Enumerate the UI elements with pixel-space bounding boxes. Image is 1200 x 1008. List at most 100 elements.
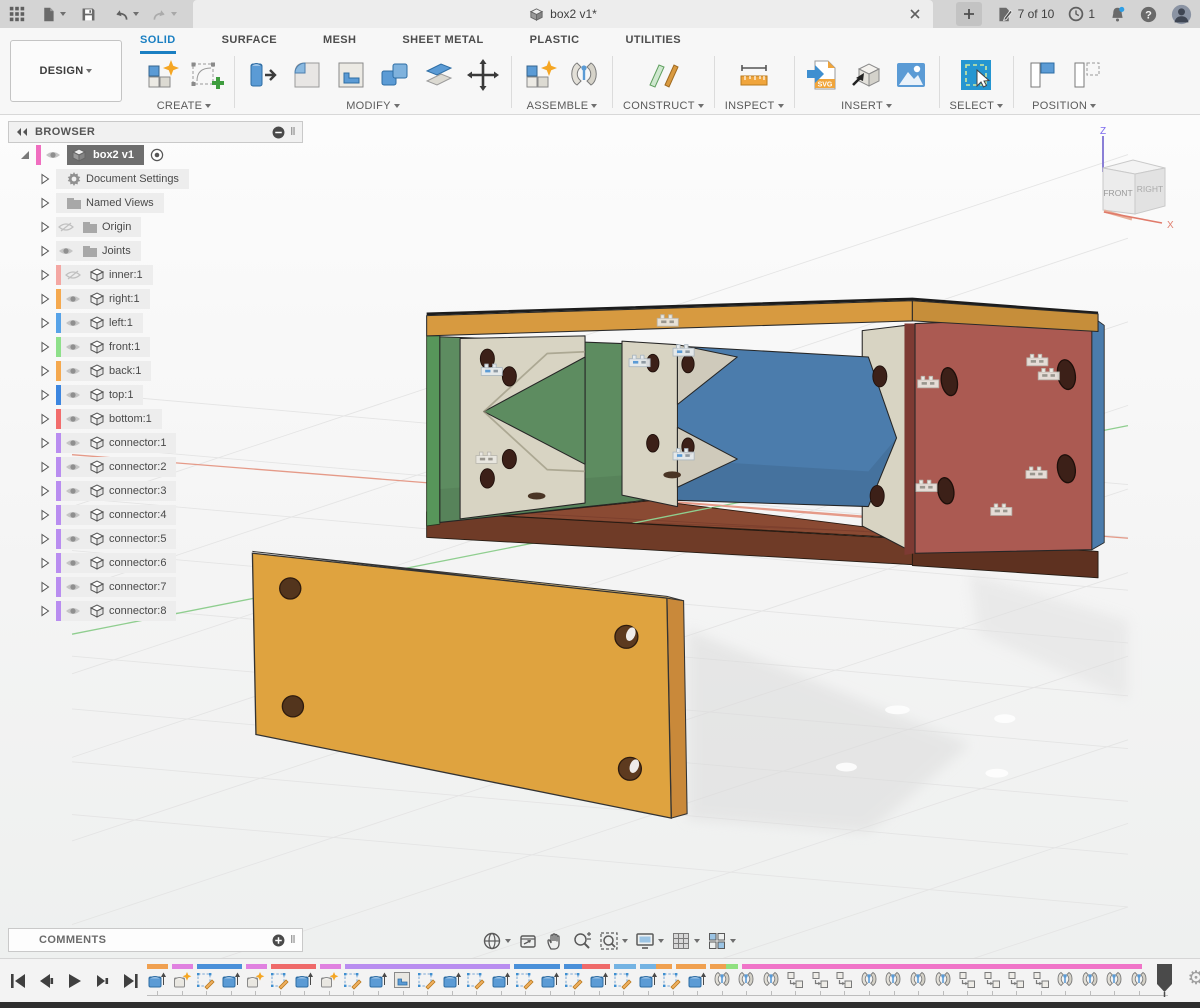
expand-arrow-icon[interactable] [38, 581, 52, 593]
visibility-eye-hidden-icon[interactable] [58, 221, 74, 233]
browser-item-joints[interactable]: Joints [8, 239, 303, 263]
expand-arrow-icon[interactable] [38, 437, 52, 449]
panel-front-face[interactable] [252, 553, 671, 818]
split-face-button[interactable] [421, 57, 457, 93]
browser-item-back-1[interactable]: back:1 [8, 359, 303, 383]
revert-position-button[interactable] [1068, 57, 1104, 93]
display-settings-button[interactable] [635, 931, 664, 951]
browser-item-pill[interactable]: connector:5 [56, 529, 176, 549]
timeline-feature-asbuilt[interactable] [982, 970, 1007, 990]
browser-item-pill[interactable]: connector:1 [56, 433, 176, 453]
visibility-eye-icon[interactable] [58, 245, 74, 257]
browser-header[interactable]: BROWSER ‖ [8, 121, 303, 143]
expand-arrow-icon[interactable] [18, 149, 32, 161]
panel-minimize-icon[interactable] [272, 126, 285, 139]
browser-item-right-1[interactable]: right:1 [8, 287, 303, 311]
browser-item-left-1[interactable]: left:1 [8, 311, 303, 335]
timeline-feature-component[interactable] [319, 970, 344, 990]
timeline-feature-joint[interactable] [1104, 970, 1129, 990]
component-back-red-panel[interactable] [915, 317, 1092, 554]
browser-item-top-1[interactable]: top:1 [8, 383, 303, 407]
browser-item-pill[interactable]: connector:7 [56, 577, 176, 597]
component-back-panel-edge[interactable] [904, 324, 915, 555]
timeline-feature-component[interactable] [172, 970, 197, 990]
timeline-feature-sketch[interactable] [662, 970, 687, 990]
timeline-feature-component[interactable] [245, 970, 270, 990]
browser-item-connector-8[interactable]: connector:8 [8, 599, 303, 623]
fit-button[interactable] [599, 931, 628, 951]
timeline-feature-sketch[interactable] [270, 970, 295, 990]
timeline-feature-joint[interactable] [712, 970, 737, 990]
fillet-button[interactable] [289, 57, 325, 93]
browser-item-front-1[interactable]: front:1 [8, 335, 303, 359]
browser-item-pill[interactable]: Named Views [56, 193, 164, 213]
visibility-eye-icon[interactable] [65, 461, 81, 473]
document-tab[interactable]: box2 v1* [193, 0, 933, 28]
visibility-eye-icon[interactable] [65, 365, 81, 377]
expand-arrow-icon[interactable] [38, 509, 52, 521]
timeline-feature-extrude[interactable] [294, 970, 319, 990]
browser-item-pill[interactable]: inner:1 [56, 265, 153, 285]
group-label-select[interactable]: SELECT [950, 100, 1004, 112]
timeline-position-marker[interactable] [1156, 963, 1174, 997]
tab-surface[interactable]: SURFACE [222, 34, 277, 54]
browser-item-pill[interactable]: connector:4 [56, 505, 176, 525]
group-label-modify[interactable]: MODIFY [346, 100, 400, 112]
collapse-panel-icon[interactable] [15, 127, 29, 137]
tab-solid[interactable]: SOLID [140, 34, 176, 54]
timeline-feature-extrude[interactable] [442, 970, 467, 990]
browser-item-pill[interactable]: bottom:1 [56, 409, 162, 429]
tab-mesh[interactable]: MESH [323, 34, 356, 54]
browser-item-pill[interactable]: top:1 [56, 385, 143, 405]
browser-item-bottom-1[interactable]: bottom:1 [8, 407, 303, 431]
timeline-feature-extrude[interactable] [491, 970, 516, 990]
browser-item-named-views[interactable]: Named Views [8, 191, 303, 215]
expand-arrow-icon[interactable] [38, 365, 52, 377]
component-left-panel-far-edge[interactable] [1092, 317, 1104, 550]
browser-item-connector-6[interactable]: connector:6 [8, 551, 303, 575]
panel-resize-handle[interactable]: ‖ [290, 934, 296, 946]
timeline-feature-extrude[interactable] [687, 970, 712, 990]
component-front-panel-edge[interactable] [427, 336, 440, 526]
workspace-switcher-design[interactable]: DESIGN [10, 40, 122, 102]
zoom-button[interactable] [572, 931, 592, 951]
expand-arrow-icon[interactable] [38, 221, 52, 233]
orbit-button[interactable] [482, 931, 511, 951]
insert-mesh-button[interactable] [849, 57, 885, 93]
measure-button[interactable] [736, 57, 772, 93]
timeline-feature-extrude[interactable] [221, 970, 246, 990]
expand-arrow-icon[interactable] [38, 293, 52, 305]
visibility-eye-hidden-icon[interactable] [65, 269, 81, 281]
visibility-eye-icon[interactable] [65, 557, 81, 569]
create-sketch-button[interactable] [188, 57, 224, 93]
browser-item-pill[interactable]: Joints [56, 241, 141, 261]
group-label-insert[interactable]: INSERT [841, 100, 892, 112]
expand-arrow-icon[interactable] [38, 533, 52, 545]
combine-button[interactable] [377, 57, 413, 93]
timeline-feature-joint[interactable] [1129, 970, 1154, 990]
visibility-eye-icon[interactable] [65, 389, 81, 401]
browser-item-inner-1[interactable]: inner:1 [8, 263, 303, 287]
timeline-feature-sketch[interactable] [515, 970, 540, 990]
expand-comments-icon[interactable] [272, 934, 285, 947]
grid-display-button[interactable] [671, 931, 700, 951]
timeline-feature-extrude[interactable] [368, 970, 393, 990]
view-cube[interactable]: Z X FRONT RIGHT [1090, 126, 1182, 235]
browser-item-pill[interactable]: back:1 [56, 361, 151, 381]
step-forward-button[interactable] [92, 971, 112, 994]
timeline-feature-asbuilt[interactable] [957, 970, 982, 990]
timeline-feature-asbuilt[interactable] [810, 970, 835, 990]
select-button[interactable] [958, 57, 994, 93]
timeline-feature-sketch[interactable] [466, 970, 491, 990]
timeline-feature-sketch[interactable] [343, 970, 368, 990]
browser-item-connector-3[interactable]: connector:3 [8, 479, 303, 503]
play-button[interactable] [64, 971, 84, 994]
browser-item-pill[interactable]: right:1 [56, 289, 150, 309]
panel-resize-handle[interactable]: ‖ [290, 126, 296, 138]
timeline-feature-joint[interactable] [883, 970, 908, 990]
viewports-button[interactable] [707, 931, 736, 951]
browser-item-pill[interactable]: connector:6 [56, 553, 176, 573]
expand-arrow-icon[interactable] [38, 461, 52, 473]
timeline-feature-joint[interactable] [736, 970, 761, 990]
visibility-eye-icon[interactable] [65, 317, 81, 329]
